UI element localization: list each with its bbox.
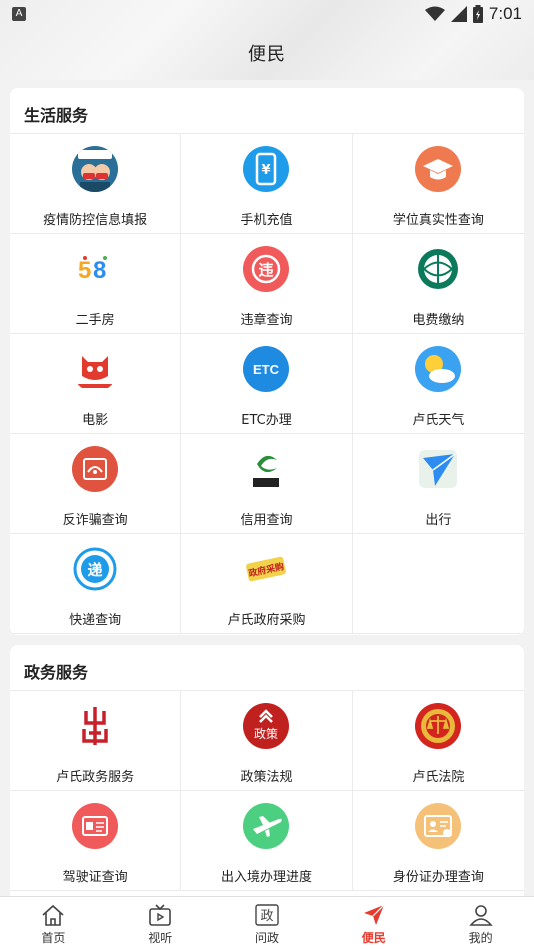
tab-label: 问政 (254, 931, 279, 945)
service-label: 出入境办理进度 (220, 870, 312, 885)
bottom-tabbar: 首页 视听 政 问政 便民 我的 (0, 896, 534, 950)
status-time: 7:01 (488, 4, 522, 23)
travel-icon (415, 446, 462, 492)
svg-text:8: 8 (93, 257, 106, 284)
anti-fraud-icon (72, 446, 119, 492)
page-title: 便民 (248, 44, 286, 65)
service-item[interactable]: 身份证办理查询 (352, 791, 524, 891)
degree-verify-icon (415, 146, 462, 192)
svg-text:ETC: ETC (253, 362, 280, 377)
violation-icon: 违 (243, 246, 290, 292)
section-title: 政务服务 (10, 645, 524, 691)
battery-icon (472, 5, 483, 23)
service-item[interactable]: 驾驶证查询 (10, 791, 182, 891)
service-label: 卢氏法院 (412, 770, 465, 785)
service-item[interactable]: 卢氏政务服务 (10, 691, 182, 791)
service-item[interactable]: 信用查询 (181, 434, 353, 534)
tab-label: 便民 (361, 931, 386, 945)
life-services-card: 生活服务 疫情防控信息填报 ¥ 手机充值 学位真实性查询 58 二手房 违 违章… (10, 88, 524, 635)
service-item[interactable]: 政府采购 卢氏政府采购 (181, 534, 353, 634)
service-label: 快递查询 (69, 613, 122, 628)
service-item[interactable]: 电影 (10, 334, 182, 434)
svg-text:违: 违 (259, 261, 274, 279)
state-grid-icon (415, 246, 462, 292)
service-item[interactable]: 出行 (352, 434, 524, 534)
service-item[interactable]: 疫情防控信息填报 (10, 134, 182, 234)
gov-services-card: 政务服务 卢氏政务服务 政策 政策法规 卢氏法院 驾驶证查询 出入境办理进度 身… (10, 645, 524, 905)
service-item[interactable]: 卢氏天气 (352, 334, 524, 434)
gov-services-grid: 卢氏政务服务 政策 政策法规 卢氏法院 驾驶证查询 出入境办理进度 身份证办理查… (10, 691, 524, 891)
express-icon: 递 (72, 546, 119, 592)
etc-icon: ETC (243, 346, 290, 392)
gov-purchase-icon: 政府采购 (243, 546, 290, 592)
epidemic-report-icon (72, 146, 119, 192)
status-right: 7:01 (424, 4, 522, 24)
section-title: 生活服务 (10, 88, 524, 134)
service-label: 卢氏天气 (412, 413, 465, 428)
id-card-icon (415, 803, 462, 849)
service-item[interactable]: 反诈骗查询 (10, 434, 182, 534)
service-label: 电费缴纳 (412, 313, 465, 328)
gov-service-icon (72, 703, 119, 749)
svg-text:5: 5 (78, 257, 91, 284)
notification-icon: A (12, 7, 26, 21)
service-item[interactable]: 学位真实性查询 (352, 134, 524, 234)
service-label: 疫情防控信息填报 (43, 213, 148, 228)
service-item[interactable]: 卢氏法院 (352, 691, 524, 791)
credit-icon (243, 446, 290, 492)
service-label: 卢氏政府采购 (227, 613, 306, 628)
service-item[interactable]: 电费缴纳 (352, 234, 524, 334)
home-icon (40, 903, 66, 927)
service-item[interactable]: 政策 政策法规 (181, 691, 353, 791)
signal-icon (450, 6, 467, 22)
service-label: ETC办理 (241, 413, 292, 428)
policy-icon: 政策 (243, 703, 290, 749)
service-item[interactable]: 出入境办理进度 (181, 791, 353, 891)
service-label: 政策法规 (240, 770, 293, 785)
maoyan-icon (72, 346, 119, 392)
tab-convenience[interactable]: 便民 (320, 897, 427, 950)
service-item[interactable]: 违 违章查询 (181, 234, 353, 334)
tab-home[interactable]: 首页 (0, 897, 107, 950)
service-label: 反诈骗查询 (62, 513, 128, 528)
tab-media[interactable]: 视听 (107, 897, 214, 950)
status-bar: A 7:01 (0, 0, 534, 28)
service-item[interactable]: 递 快递查询 (10, 534, 182, 634)
immigration-icon (243, 803, 290, 849)
svg-text:¥: ¥ (262, 163, 271, 178)
service-label: 驾驶证查询 (62, 870, 128, 885)
wifi-icon (424, 6, 445, 21)
weather-icon (415, 346, 462, 392)
tab-gov-q[interactable]: 政 问政 (214, 897, 321, 950)
svg-text:政策: 政策 (254, 727, 278, 741)
tab-mine[interactable]: 我的 (427, 897, 534, 950)
service-label: 电影 (82, 413, 109, 428)
tv-icon (147, 903, 173, 927)
tab-label: 首页 (41, 931, 66, 945)
58-icon: 58 (72, 246, 119, 292)
user-icon (468, 903, 494, 927)
svg-text:递: 递 (88, 561, 103, 579)
service-label: 身份证办理查询 (392, 870, 484, 885)
life-services-grid: 疫情防控信息填报 ¥ 手机充值 学位真实性查询 58 二手房 违 违章查询 电费… (10, 134, 524, 634)
phone-recharge-icon: ¥ (243, 146, 290, 192)
service-item[interactable]: ETC ETC办理 (181, 334, 353, 434)
tab-label: 视听 (148, 931, 173, 945)
service-label: 出行 (425, 513, 452, 528)
service-item[interactable]: ¥ 手机充值 (181, 134, 353, 234)
tab-label: 我的 (468, 931, 493, 945)
service-label: 信用查询 (240, 513, 293, 528)
service-label: 违章查询 (240, 313, 293, 328)
court-icon (415, 703, 462, 749)
svg-text:政: 政 (260, 909, 273, 924)
empty-cell (352, 534, 524, 634)
service-label: 卢氏政务服务 (56, 770, 135, 785)
service-item[interactable]: 58 二手房 (10, 234, 182, 334)
license-icon (72, 803, 119, 849)
service-label: 学位真实性查询 (392, 213, 484, 228)
gov-q-icon: 政 (254, 903, 280, 927)
service-label: 手机充值 (240, 213, 293, 228)
send-icon (361, 903, 387, 927)
service-label: 二手房 (75, 313, 115, 328)
